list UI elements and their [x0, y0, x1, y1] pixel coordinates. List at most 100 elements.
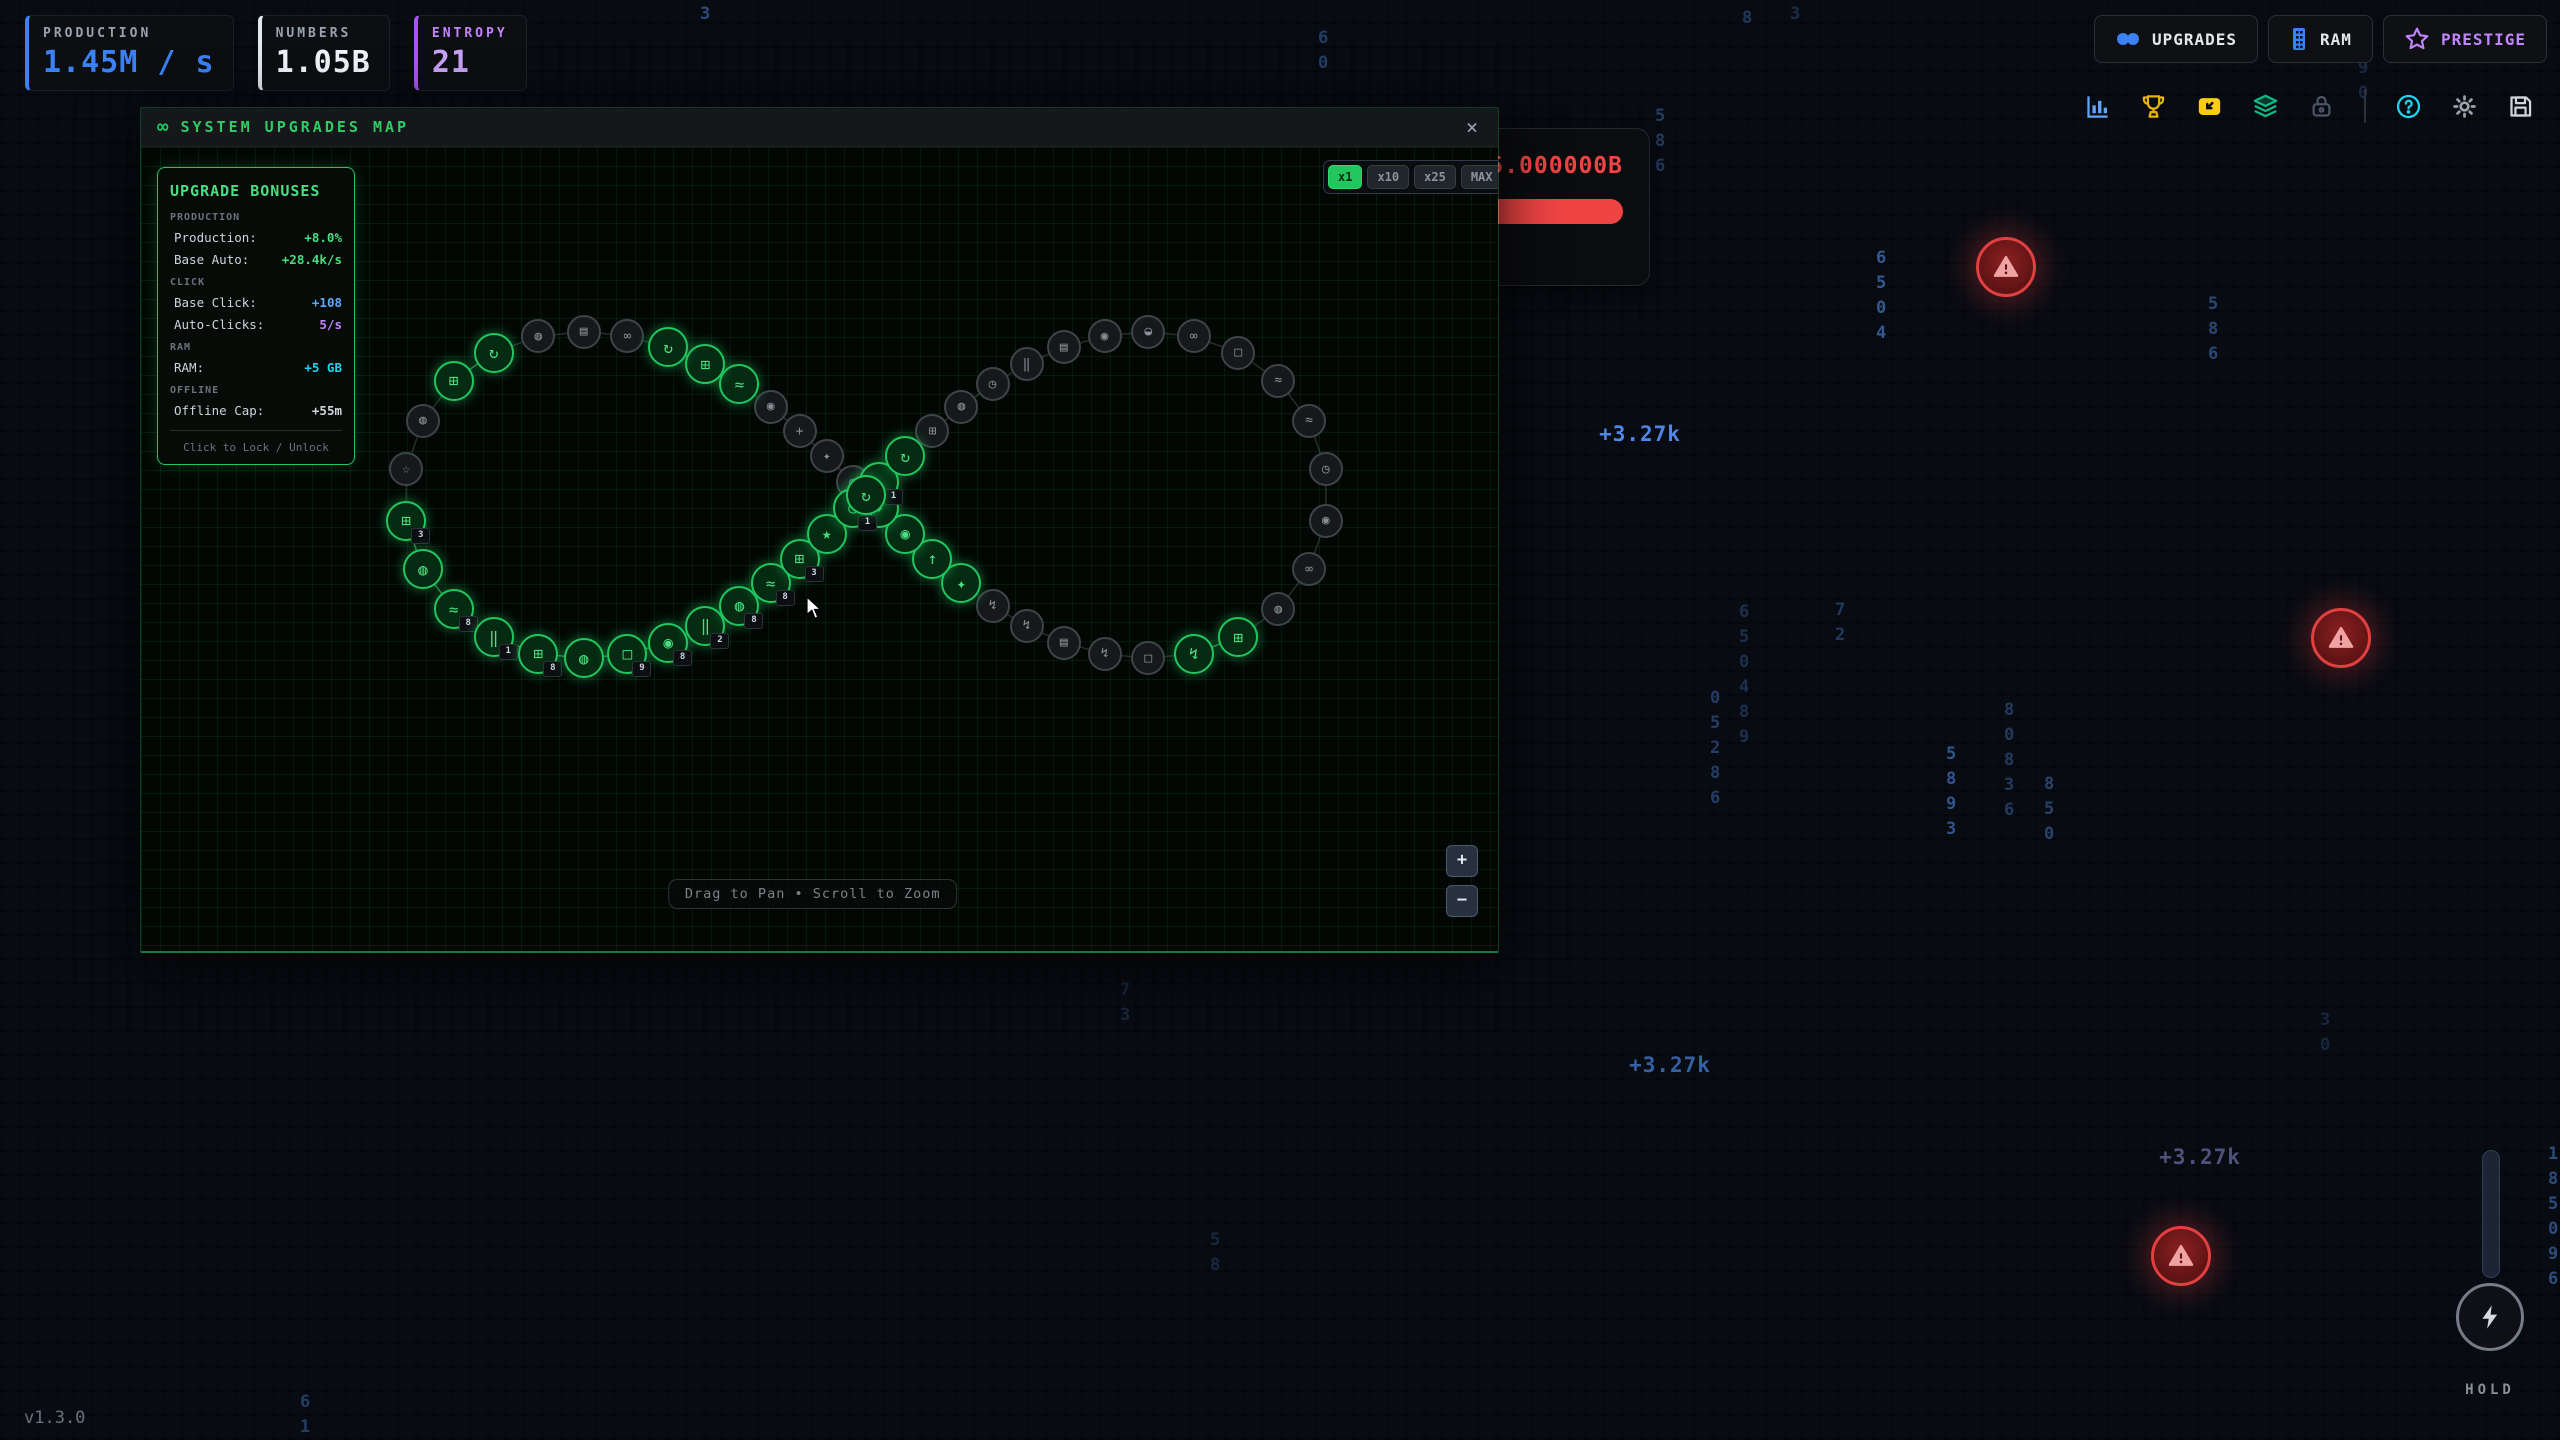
upgrade-node[interactable]: ⊞ [1218, 617, 1258, 657]
upgrade-node[interactable]: ▤ [567, 315, 601, 349]
bar-chart-icon[interactable] [2084, 93, 2111, 120]
upgrade-node[interactable]: ‖1 [474, 617, 514, 657]
upgrade-node[interactable]: ↯ [1174, 634, 1214, 674]
matrix-digits: 650489 [1739, 600, 1756, 750]
matrix-digits: 586 [1655, 104, 1672, 179]
upgrade-node-icon: ≈ [735, 375, 745, 394]
upgrade-node[interactable]: ↻ [648, 327, 688, 367]
upgrade-node[interactable]: ◍ [1261, 592, 1295, 626]
upgrade-node-icon: ▤ [1060, 340, 1068, 355]
upgrade-node[interactable]: ↯ [976, 589, 1010, 623]
upgrade-node[interactable]: ∞ [610, 319, 644, 353]
matrix-digits: 58 [1210, 1228, 1227, 1278]
matrix-digits: 5893 [1946, 742, 1963, 842]
glitch-alert-button[interactable] [1976, 237, 2036, 297]
upgrade-node[interactable]: ≈ [1261, 364, 1295, 398]
gear-icon[interactable] [2451, 93, 2478, 120]
node-level-badge: 8 [543, 661, 562, 677]
upgrade-node-icon: ≈ [1274, 373, 1282, 388]
prestige-button[interactable]: PRESTIGE [2383, 15, 2547, 63]
ram-button[interactable]: RAM [2268, 15, 2373, 63]
gain-floater: +3.27k [2159, 1145, 2241, 1169]
upgrade-node[interactable]: ◉ [1088, 319, 1122, 353]
upgrade-node[interactable]: ◍ [403, 549, 443, 589]
upgrade-node[interactable]: ◍ [406, 404, 440, 438]
close-icon[interactable]: × [1462, 115, 1482, 139]
matrix-digits: 586 [2208, 292, 2225, 367]
zoom-in-button[interactable]: + [1446, 845, 1478, 877]
upgrade-node[interactable]: ◍ [521, 319, 555, 353]
upgrade-node[interactable]: □9 [607, 634, 647, 674]
glitch-alert-button[interactable] [2151, 1226, 2211, 1286]
upgrade-node-icon: ↯ [1101, 646, 1109, 661]
layers-icon[interactable] [2252, 93, 2279, 120]
upgrade-node[interactable]: ◷ [1309, 452, 1343, 486]
multiplier-x25[interactable]: x25 [1414, 165, 1456, 189]
multiplier-x10[interactable]: x10 [1367, 165, 1409, 189]
upgrade-node[interactable]: ◍ [944, 390, 978, 424]
upgrade-node[interactable]: ☆ [389, 452, 423, 486]
upgrade-node[interactable]: ‖ [1010, 347, 1044, 381]
upgrades-infinity-icon [2115, 29, 2141, 49]
upgrade-map-canvas[interactable]: ◉∞◍⊞↯□↯▤↯↯✦↑◉✦◉✦+◉≈⊞↻∞▤◍↻⊞◍☆⊞3◍≈8‖1⊞8◍□9… [141, 147, 1498, 951]
upgrade-node[interactable]: ▤ [1047, 330, 1081, 364]
matrix-digits: 30 [2320, 1008, 2337, 1058]
glitch-alert-button[interactable] [2311, 608, 2371, 668]
upgrade-node[interactable]: ◍ [564, 638, 604, 678]
lock-icon[interactable] [2308, 93, 2335, 120]
upgrade-node[interactable]: ◉ [754, 390, 788, 424]
matrix-digits: 6185 [300, 1390, 317, 1440]
upgrade-node[interactable]: ↻ [885, 436, 925, 476]
zoom-out-button[interactable]: − [1446, 885, 1478, 917]
upgrade-node-icon: ↻ [663, 338, 673, 357]
upgrade-node-icon: ▤ [580, 324, 588, 339]
multiplier-max[interactable]: MAX [1461, 165, 1498, 189]
upgrade-node-icon: ◍ [418, 560, 428, 579]
matrix-digits: 72 [1835, 598, 1852, 648]
upgrade-node-icon: ◍ [419, 413, 427, 428]
upgrades-button[interactable]: UPGRADES [2094, 15, 2258, 63]
gain-floater: +3.27k [1629, 1053, 1711, 1077]
upgrade-node[interactable]: ≈8 [434, 589, 474, 629]
modal-header: ∞ SYSTEM UPGRADES MAP × [141, 108, 1498, 147]
upgrade-node[interactable]: ⊞8 [518, 634, 558, 674]
upgrade-node[interactable]: ≈ [719, 364, 759, 404]
folder-icon[interactable] [2196, 93, 2223, 120]
upgrade-node[interactable]: □ [1131, 641, 1165, 675]
trophy-icon[interactable] [2140, 93, 2167, 120]
upgrade-node[interactable]: ▤ [1047, 626, 1081, 660]
prestige-button-label: PRESTIGE [2441, 30, 2526, 49]
upgrade-node[interactable]: ↻ [846, 475, 886, 515]
upgrade-node[interactable]: ↻ [474, 333, 514, 373]
stat-label: ENTROPY [432, 26, 508, 41]
save-icon[interactable] [2507, 93, 2534, 120]
upgrade-node[interactable]: + [783, 414, 817, 448]
upgrade-node-icon: ⊞ [1233, 628, 1243, 647]
upgrade-node[interactable]: ⊞3 [386, 501, 426, 541]
upgrade-node[interactable]: □ [1221, 336, 1255, 370]
upgrade-node-icon: ↯ [1189, 644, 1199, 663]
upgrade-node-icon: □ [623, 644, 633, 663]
upgrade-bonuses-panel[interactable]: UPGRADE BONUSES PRODUCTIONProduction:+8.… [157, 167, 355, 465]
upgrade-node[interactable]: ⊞ [685, 344, 725, 384]
upgrade-node[interactable]: ◷ [976, 367, 1010, 401]
upgrade-node-icon: ◒ [1144, 324, 1152, 339]
upgrade-node[interactable]: ⊞ [434, 361, 474, 401]
upgrade-node[interactable]: ✦ [810, 439, 844, 473]
warning-triangle-icon [2327, 624, 2355, 652]
upgrade-node[interactable]: ◉8 [648, 623, 688, 663]
upgrade-node[interactable]: ↯ [1088, 637, 1122, 671]
bonus-row-value: +8.0% [304, 230, 342, 245]
hold-button[interactable] [2456, 1283, 2524, 1351]
multiplier-x1[interactable]: x1 [1328, 165, 1362, 189]
node-level-badge: 2 [710, 633, 729, 649]
upgrade-node[interactable]: ↯ [1010, 609, 1044, 643]
upgrade-node[interactable]: ◉ [1309, 504, 1343, 538]
upgrade-node[interactable]: ∞ [1177, 319, 1211, 353]
upgrade-node[interactable]: ≈ [1292, 404, 1326, 438]
upgrade-node-icon: ‖ [701, 616, 711, 635]
upgrade-node[interactable]: ◒ [1131, 315, 1165, 349]
stat-label: NUMBERS [276, 26, 371, 41]
help-icon[interactable] [2395, 93, 2422, 120]
upgrade-node[interactable]: ∞ [1292, 552, 1326, 586]
